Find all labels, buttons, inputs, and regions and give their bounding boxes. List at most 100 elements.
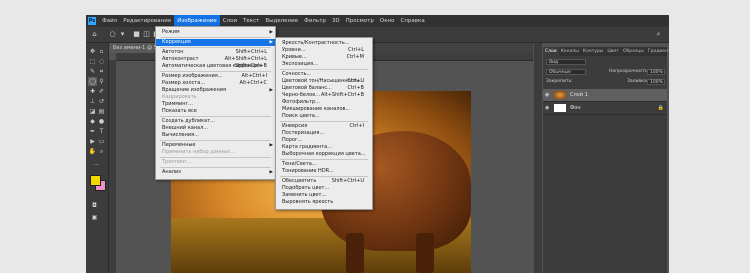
menu-item[interactable]: Микширование каналов... — [276, 106, 372, 113]
menu-item[interactable]: Внешний канал... — [156, 125, 275, 132]
menu-item[interactable]: Кривые... Ctrl+M — [276, 54, 372, 61]
menu-item-shortcut: Shift+Ctrl+B — [234, 63, 267, 69]
photoshop-logo-icon: Ps — [88, 17, 96, 25]
menu-item[interactable]: Подобрать цвет... — [276, 185, 372, 192]
menu-item-label: Кадрировать — [162, 94, 197, 100]
menu-item[interactable]: Переменные ▶ — [156, 142, 275, 149]
lasso-selected-tool-icon[interactable]: ◯ — [88, 77, 97, 86]
search-icon[interactable]: ⌕ — [654, 30, 663, 39]
history-brush-tool-icon[interactable]: ↺ — [97, 97, 106, 106]
artboard-tool-icon[interactable]: ▫ — [97, 47, 106, 56]
hand-tool-icon[interactable]: ✋ — [88, 147, 97, 156]
menu-item[interactable]: Цветовой тон/Насыщенность... Ctrl+U — [276, 78, 372, 85]
menu-item-shortcut: Alt+Shift+Ctrl+B — [320, 92, 364, 98]
blend-mode-select[interactable]: Обычные — [546, 69, 586, 75]
rectangle-tool-icon[interactable]: ▭ — [97, 137, 106, 146]
menu-item[interactable]: Уровни... Ctrl+L — [276, 47, 372, 54]
foreground-color-swatch[interactable] — [90, 175, 101, 186]
menu-item[interactable]: Фотофильтр... — [276, 99, 372, 106]
menu-1[interactable]: Файл — [99, 15, 120, 27]
menu-item-label: Автотон — [162, 49, 184, 55]
dodge-tool-icon[interactable]: ● — [97, 117, 106, 126]
menu-9[interactable]: Просмотр — [343, 15, 377, 27]
menu-7[interactable]: Фильтр — [301, 15, 329, 27]
menu-item[interactable]: Автоконтраст Alt+Shift+Ctrl+L — [156, 56, 275, 63]
menu-item[interactable]: Автотон Shift+Ctrl+L — [156, 49, 275, 56]
menu-item-label: Кривые... — [282, 54, 307, 60]
menu-item[interactable]: Заменить цвет... — [276, 192, 372, 199]
layer-row[interactable]: ◉ Фон 🔒 — [543, 102, 667, 115]
menu-item[interactable]: Размер изображения... Alt+Ctrl+I — [156, 73, 275, 80]
menu-item[interactable]: Тени/Света... — [276, 161, 372, 168]
menu-item[interactable]: Вычисления... — [156, 132, 275, 139]
zoom-tool-icon[interactable]: ⌕ — [97, 147, 106, 156]
menu-item[interactable]: Показать все — [156, 108, 275, 115]
crop-tool-icon[interactable]: ⌗ — [97, 67, 106, 76]
menu-item[interactable]: Яркость/Контрастность... — [276, 40, 372, 47]
menu-item[interactable]: Выровнять яркость — [276, 199, 372, 206]
eye-icon[interactable]: ◉ — [545, 92, 551, 98]
blur-tool-icon[interactable]: ◆ — [88, 117, 97, 126]
healing-brush-tool-icon[interactable]: ✚ — [88, 87, 97, 96]
menu-item[interactable]: Сочность... — [276, 71, 372, 78]
fill-input[interactable]: 100% — [647, 79, 665, 85]
menu-item[interactable]: Обесцветить Shift+Ctrl+U — [276, 178, 372, 185]
menu-item[interactable]: Инверсия Ctrl+I — [276, 123, 372, 130]
add-selection-icon[interactable]: ◫ — [142, 30, 151, 39]
right-panels: СлоиКаналыКонтурыЦветОбразцыГрадиентыУзо… — [534, 43, 669, 273]
menu-10[interactable]: Окно — [377, 15, 398, 27]
eraser-tool-icon[interactable]: ◪ — [88, 107, 97, 116]
menu-item[interactable]: Экспозиция... — [276, 61, 372, 68]
type-tool-icon[interactable]: T — [97, 127, 106, 136]
lasso-tool-icon[interactable]: ◌ — [97, 57, 106, 66]
layer-filter-select[interactable]: Вид — [546, 59, 586, 65]
menu-item[interactable]: Цветовой баланс... Ctrl+B — [276, 85, 372, 92]
brush-tool-icon[interactable]: ✐ — [97, 87, 106, 96]
menu-item-label: Карта градиента... — [282, 144, 333, 150]
opacity-input[interactable]: 100% — [647, 69, 665, 75]
panel-tab[interactable]: Цвет — [605, 47, 621, 56]
menu-8[interactable]: 3D — [329, 15, 343, 27]
panel-tab[interactable]: Контуры — [581, 47, 606, 56]
menu-item[interactable]: Постеризация... — [276, 130, 372, 137]
menu-separator — [160, 140, 271, 141]
menu-item[interactable]: Поиск цвета... — [276, 113, 372, 120]
quick-selection-tool-icon[interactable]: ✎ — [88, 67, 97, 76]
path-selection-tool-icon[interactable]: ▶ — [88, 137, 97, 146]
menu-item[interactable]: Черно-белое... Alt+Shift+Ctrl+B — [276, 92, 372, 99]
move-tool-icon[interactable]: ✥ — [88, 47, 97, 56]
panel-tab[interactable]: Градиенты — [646, 47, 669, 56]
menu-item[interactable]: Режим ▶ — [156, 29, 275, 36]
menu-item[interactable]: Выборочная коррекция цвета... — [276, 151, 372, 158]
menu-item[interactable]: Вращение изображения ▶ — [156, 87, 275, 94]
chevron-down-icon[interactable]: ▾ — [118, 30, 127, 39]
menu-item[interactable]: Тонирование HDR... — [276, 168, 372, 175]
panel-tab[interactable]: Слои — [543, 47, 559, 56]
more-tools-icon[interactable]: … — [92, 159, 101, 168]
clone-stamp-tool-icon[interactable]: ⊥ — [88, 97, 97, 106]
panel-tab[interactable]: Каналы — [559, 47, 581, 56]
tools-panel: ✥ ▫ ⬚ ◌ ✎ ⌗ ◯ ⚲ ✚ ✐ ⊥ ↺ ◪ ▤ ◆ ● ✒ T ▶ ▭ … — [86, 43, 109, 273]
quick-mask-icon[interactable]: ◘ — [90, 201, 99, 210]
menu-item[interactable]: Карта градиента... — [276, 144, 372, 151]
layer-row[interactable]: ◉ Слой 1 — [543, 89, 667, 102]
eyedropper-tool-icon[interactable]: ⚲ — [97, 77, 106, 86]
menu-item[interactable]: Порог... — [276, 137, 372, 144]
new-selection-icon[interactable]: ■ — [132, 30, 141, 39]
menu-item[interactable]: Анализ ▶ — [156, 169, 275, 176]
screen-mode-icon[interactable]: ▣ — [90, 213, 99, 222]
marquee-tool-icon[interactable]: ⬚ — [88, 57, 97, 66]
eye-icon[interactable]: ◉ — [545, 105, 551, 111]
pen-tool-icon[interactable]: ✒ — [88, 127, 97, 136]
menu-item[interactable]: Коррекция ▶ — [156, 39, 275, 46]
menu-11[interactable]: Справка — [397, 15, 427, 27]
home-icon[interactable]: ⌂ — [90, 30, 99, 39]
menu-item[interactable]: Тримминг... — [156, 101, 275, 108]
panel-tab[interactable]: Образцы — [621, 47, 646, 56]
gradient-tool-icon[interactable]: ▤ — [97, 107, 106, 116]
menu-item[interactable]: Автоматическая цветовая коррекция Shift+C… — [156, 63, 275, 70]
lasso-tool-preset-icon[interactable]: ○ — [108, 30, 117, 39]
menu-item[interactable]: Размер холста... Alt+Ctrl+C — [156, 80, 275, 87]
menu-item[interactable]: Создать дубликат... — [156, 118, 275, 125]
menu-item-label: Поиск цвета... — [282, 113, 320, 119]
